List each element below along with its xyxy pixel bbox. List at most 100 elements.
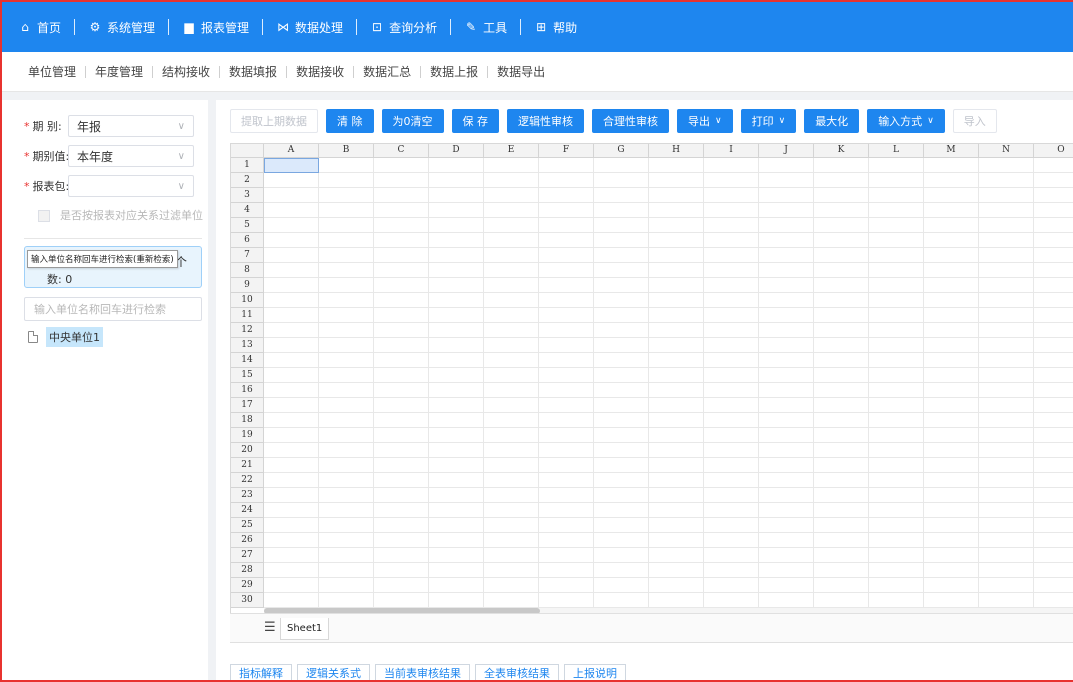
- grid-cell[interactable]: [649, 278, 704, 293]
- grid-cell[interactable]: [264, 248, 319, 263]
- grid-cell[interactable]: [539, 338, 594, 353]
- grid-cell[interactable]: [319, 173, 374, 188]
- grid-cell[interactable]: [814, 308, 869, 323]
- grid-cell[interactable]: [1034, 323, 1073, 338]
- import-button[interactable]: 导入: [952, 109, 997, 133]
- grid-cell[interactable]: [759, 428, 814, 443]
- grid-cell[interactable]: [814, 473, 869, 488]
- grid-cell[interactable]: [1034, 383, 1073, 398]
- grid-cell[interactable]: [539, 593, 594, 608]
- grid-cell[interactable]: [979, 203, 1034, 218]
- grid-cell[interactable]: [429, 518, 484, 533]
- row-header[interactable]: 3: [231, 188, 264, 203]
- grid-cell[interactable]: [979, 278, 1034, 293]
- grid-cell[interactable]: [814, 413, 869, 428]
- export-button[interactable]: 导出 ∨: [677, 109, 733, 133]
- grid-cell[interactable]: [264, 158, 319, 173]
- grid-cell[interactable]: [484, 488, 539, 503]
- grid-cell[interactable]: [979, 323, 1034, 338]
- grid-cell[interactable]: [924, 578, 979, 593]
- grid-cell[interactable]: [264, 398, 319, 413]
- grid-cell[interactable]: [374, 548, 429, 563]
- grid-cell[interactable]: [539, 413, 594, 428]
- grid-cell[interactable]: [1034, 518, 1073, 533]
- subnav-data-export[interactable]: 数据导出: [497, 63, 545, 80]
- grid-cell[interactable]: [759, 233, 814, 248]
- grid-cell[interactable]: [869, 323, 924, 338]
- grid-cell[interactable]: [924, 323, 979, 338]
- grid-cell[interactable]: [429, 158, 484, 173]
- grid-cell[interactable]: [484, 443, 539, 458]
- grid-cell[interactable]: [649, 203, 704, 218]
- period-value-select[interactable]: 本年度 ∨: [68, 145, 194, 167]
- grid-cell[interactable]: [539, 563, 594, 578]
- grid-cell[interactable]: [484, 578, 539, 593]
- grid-cell[interactable]: [649, 593, 704, 608]
- grid-cell[interactable]: [704, 533, 759, 548]
- grid-cell[interactable]: [374, 188, 429, 203]
- grid-cell[interactable]: [924, 368, 979, 383]
- grid-cell[interactable]: [484, 188, 539, 203]
- grid-cell[interactable]: [1034, 593, 1073, 608]
- grid-cell[interactable]: [539, 518, 594, 533]
- grid-cell[interactable]: [594, 353, 649, 368]
- grid-cell[interactable]: [924, 218, 979, 233]
- grid-cell[interactable]: [924, 338, 979, 353]
- column-header[interactable]: I: [704, 144, 759, 158]
- grid-cell[interactable]: [979, 563, 1034, 578]
- grid-cell[interactable]: [539, 443, 594, 458]
- subnav-data-fill[interactable]: 数据填报: [229, 63, 277, 80]
- column-header[interactable]: G: [594, 144, 649, 158]
- grid-cell[interactable]: [759, 563, 814, 578]
- grid-cell[interactable]: [319, 518, 374, 533]
- grid-cell[interactable]: [704, 188, 759, 203]
- grid-cell[interactable]: [869, 158, 924, 173]
- grid-cell[interactable]: [264, 308, 319, 323]
- grid-cell[interactable]: [1034, 488, 1073, 503]
- grid-cell[interactable]: [924, 263, 979, 278]
- grid-cell[interactable]: [594, 473, 649, 488]
- grid-cell[interactable]: [539, 308, 594, 323]
- grid-cell[interactable]: [1034, 248, 1073, 263]
- tab-indicator-explanation[interactable]: 指标解释: [230, 664, 292, 680]
- reason-check-button[interactable]: 合理性审核: [592, 109, 669, 133]
- grid-cell[interactable]: [429, 263, 484, 278]
- grid-cell[interactable]: [979, 533, 1034, 548]
- grid-cell[interactable]: [594, 188, 649, 203]
- grid-cell[interactable]: [319, 293, 374, 308]
- grid-cell[interactable]: [869, 503, 924, 518]
- grid-cell[interactable]: [649, 578, 704, 593]
- grid-cell[interactable]: [1034, 188, 1073, 203]
- subnav-year-management[interactable]: 年度管理: [95, 63, 143, 80]
- grid-cell[interactable]: [264, 323, 319, 338]
- grid-cell[interactable]: [484, 398, 539, 413]
- grid-cell[interactable]: [429, 233, 484, 248]
- grid-cell[interactable]: [924, 518, 979, 533]
- subnav-data-report[interactable]: 数据上报: [430, 63, 478, 80]
- grid-cell[interactable]: [539, 383, 594, 398]
- grid-cell[interactable]: [924, 398, 979, 413]
- column-header[interactable]: O: [1034, 144, 1073, 158]
- grid-cell[interactable]: [979, 548, 1034, 563]
- grid-corner[interactable]: [231, 144, 264, 158]
- row-header[interactable]: 13: [231, 338, 264, 353]
- grid-cell[interactable]: [319, 488, 374, 503]
- grid-cell[interactable]: [594, 158, 649, 173]
- grid-cell[interactable]: [319, 593, 374, 608]
- grid-cell[interactable]: [869, 308, 924, 323]
- grid-cell[interactable]: [979, 353, 1034, 368]
- grid-cell[interactable]: [759, 518, 814, 533]
- grid-cell[interactable]: [539, 353, 594, 368]
- spreadsheet-grid[interactable]: ABCDEFGHIJKLMNO 1 2 3 4 5 6 7 8 9 10 11 12 13 14 15 16 1…: [230, 143, 1073, 613]
- grid-cell[interactable]: [429, 188, 484, 203]
- grid-cell[interactable]: [979, 188, 1034, 203]
- grid-cell[interactable]: [374, 413, 429, 428]
- grid-cell[interactable]: [979, 263, 1034, 278]
- grid-cell[interactable]: [979, 233, 1034, 248]
- grid-cell[interactable]: [924, 278, 979, 293]
- grid-cell[interactable]: [374, 593, 429, 608]
- grid-cell[interactable]: [869, 368, 924, 383]
- grid-cell[interactable]: [759, 413, 814, 428]
- grid-cell[interactable]: [594, 308, 649, 323]
- column-header[interactable]: A: [264, 144, 319, 158]
